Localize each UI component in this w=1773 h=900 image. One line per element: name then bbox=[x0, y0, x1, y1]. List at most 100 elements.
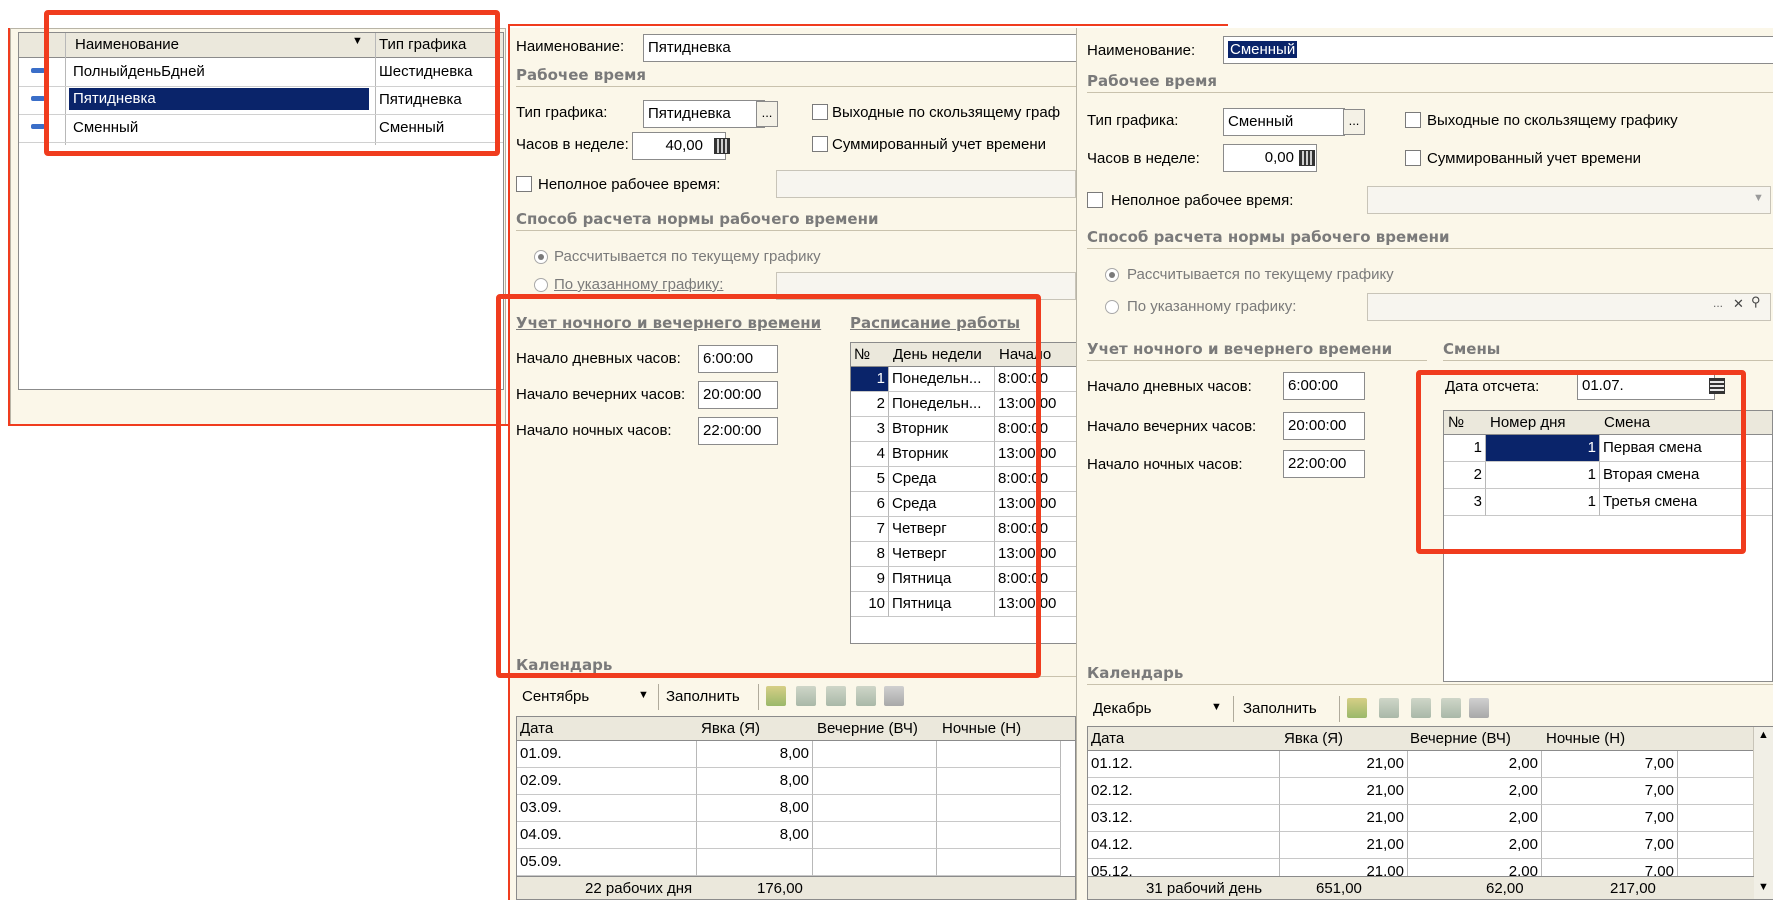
table-row[interactable]: 04.12. 21,00 2,00 7,00 bbox=[1088, 832, 1754, 859]
table-row[interactable]: 1 1 Первая смена bbox=[1444, 435, 1772, 462]
list-item-name: ПолныйденьБдней bbox=[73, 63, 205, 80]
table-row[interactable]: 7 Четверг 8:00:00 bbox=[851, 517, 1076, 542]
norm-current-radio[interactable] bbox=[1105, 268, 1119, 282]
add-row-icon[interactable] bbox=[766, 686, 786, 706]
clear-icon[interactable]: ✕ bbox=[1733, 296, 1744, 312]
column-header-attend: Явка (Я) bbox=[1284, 730, 1344, 747]
search-icon[interactable]: ⚲ bbox=[1751, 294, 1761, 310]
table-row[interactable]: 5 Среда 8:00:00 bbox=[851, 467, 1076, 492]
table-row[interactable]: 05.09. bbox=[517, 849, 1075, 876]
day-start-field[interactable]: 6:00:00 bbox=[698, 345, 778, 373]
norm-specified-radio[interactable] bbox=[1105, 300, 1119, 314]
month-select[interactable]: Декабрь bbox=[1093, 700, 1151, 717]
table-row[interactable]: 8 Четверг 13:00:00 bbox=[851, 542, 1076, 567]
ref-date-field[interactable]: 01.07. bbox=[1577, 372, 1715, 400]
fill-button[interactable]: Заполнить bbox=[666, 688, 740, 705]
row-day: Среда bbox=[889, 492, 995, 517]
calendar-footer: 31 рабочий день 651,00 62,00 217,00 bbox=[1088, 876, 1754, 899]
norm-specified-field[interactable] bbox=[1367, 293, 1771, 321]
table-row[interactable]: 03.09. 8,00 bbox=[517, 795, 1075, 822]
schedule-type-field[interactable]: Пятидневка bbox=[643, 100, 765, 128]
copy-row-icon[interactable] bbox=[826, 686, 846, 706]
table-row[interactable]: 02.09. 8,00 bbox=[517, 768, 1075, 795]
schedule-grid[interactable]: № День недели Начало 1 Понедельн... 8:00:0… bbox=[850, 342, 1076, 644]
table-row[interactable]: 3 1 Третья смена bbox=[1444, 489, 1772, 516]
schedule-type-field[interactable]: Сменный bbox=[1223, 108, 1345, 136]
table-row[interactable]: 01.09. 8,00 bbox=[517, 741, 1075, 768]
scrollbar[interactable]: ▲ ▼ bbox=[1753, 727, 1773, 899]
select-button[interactable]: ... bbox=[1343, 109, 1365, 135]
more-icon[interactable]: ... bbox=[1713, 296, 1723, 310]
add-row-icon[interactable] bbox=[1347, 698, 1367, 718]
section-night-evening: Учет ночного и вечернего времени bbox=[1087, 340, 1393, 358]
table-row[interactable]: 10 Пятница 13:00:00 bbox=[851, 592, 1076, 617]
calculator-icon[interactable] bbox=[1299, 150, 1315, 166]
table-row[interactable]: 1 Понедельн... 8:00:00 bbox=[851, 367, 1076, 392]
month-select[interactable]: Сентябрь bbox=[522, 688, 589, 705]
day-start-field[interactable]: 6:00:00 bbox=[1283, 372, 1365, 400]
table-row[interactable]: 02.12. 21,00 2,00 7,00 bbox=[1088, 778, 1754, 805]
calculator-icon[interactable] bbox=[714, 138, 730, 154]
print-icon[interactable] bbox=[884, 686, 904, 706]
row-start: 13:00:00 bbox=[995, 442, 1076, 467]
part-time-checkbox[interactable] bbox=[1087, 192, 1103, 208]
table-row[interactable]: 3 Вторник 8:00:00 bbox=[851, 417, 1076, 442]
hours-field[interactable]: 40,00 bbox=[632, 132, 726, 160]
norm-specified-radio[interactable] bbox=[534, 278, 548, 292]
name-field[interactable]: Пятидневка bbox=[643, 34, 1076, 62]
part-time-field[interactable] bbox=[1367, 186, 1771, 214]
norm-current-radio[interactable] bbox=[534, 250, 548, 264]
table-row[interactable]: 01.12. 21,00 2,00 7,00 bbox=[1088, 751, 1754, 778]
scroll-down-icon[interactable]: ▼ bbox=[1758, 881, 1769, 893]
copy-row-icon[interactable] bbox=[1411, 698, 1431, 718]
summarized-checkbox[interactable] bbox=[1405, 150, 1421, 166]
delete-row-icon[interactable] bbox=[1441, 698, 1461, 718]
section-work-time: Рабочее время bbox=[516, 66, 647, 84]
shifts-grid[interactable]: № Номер дня Смена 1 1 Первая смена 2 1 Вторая… bbox=[1443, 410, 1773, 682]
norm-specified-field[interactable] bbox=[776, 272, 1076, 300]
fill-button[interactable]: Заполнить bbox=[1243, 700, 1317, 717]
part-time-checkbox[interactable] bbox=[516, 176, 532, 192]
print-icon[interactable] bbox=[1469, 698, 1489, 718]
calendar-icon[interactable] bbox=[1709, 378, 1725, 394]
evening-start-field[interactable]: 20:00:00 bbox=[698, 381, 778, 409]
delete-row-icon[interactable] bbox=[856, 686, 876, 706]
select-button[interactable]: ... bbox=[756, 101, 778, 127]
table-row[interactable]: 03.12. 21,00 2,00 7,00 bbox=[1088, 805, 1754, 832]
table-row[interactable]: 2 Понедельн... 13:00:00 bbox=[851, 392, 1076, 417]
column-header-name[interactable]: Наименование bbox=[75, 36, 179, 53]
total-days: 22 рабочих дня bbox=[585, 880, 693, 897]
night-start-field[interactable]: 22:00:00 bbox=[1283, 450, 1365, 478]
row-start: 8:00:00 bbox=[995, 517, 1076, 542]
sliding-days-off-checkbox[interactable] bbox=[1405, 112, 1421, 128]
sliding-days-off-label: Выходные по скользящему графику bbox=[1427, 112, 1678, 129]
cell-date: 04.12. bbox=[1088, 832, 1280, 859]
name-field[interactable]: Сменный bbox=[1223, 36, 1773, 64]
table-row[interactable]: 2 1 Вторая смена bbox=[1444, 462, 1772, 489]
list-item[interactable]: ПолныйденьБдней Шестидневка bbox=[19, 58, 503, 87]
table-row[interactable]: 04.09. 8,00 bbox=[517, 822, 1075, 849]
list-item-selected[interactable]: Пятидневка Пятидневка bbox=[19, 86, 503, 115]
cell-evening: 2,00 bbox=[1408, 778, 1542, 805]
dropdown-arrow-icon[interactable]: ▼ bbox=[1753, 192, 1764, 204]
list-item[interactable]: Сменный Сменный bbox=[19, 114, 503, 143]
evening-start-field[interactable]: 20:00:00 bbox=[1283, 412, 1365, 440]
calendar-grid[interactable]: Дата Явка (Я) Вечерние (ВЧ) Ночные (Н) 0… bbox=[516, 716, 1076, 900]
summarized-checkbox[interactable] bbox=[812, 136, 828, 152]
sliding-days-off-checkbox[interactable] bbox=[812, 104, 828, 120]
calendar-grid[interactable]: Дата Явка (Я) Вечерние (ВЧ) Ночные (Н) 0… bbox=[1087, 726, 1773, 900]
table-row[interactable]: 6 Среда 13:00:00 bbox=[851, 492, 1076, 517]
table-row[interactable]: 9 Пятница 8:00:00 bbox=[851, 567, 1076, 592]
scroll-up-icon[interactable]: ▲ bbox=[1758, 729, 1769, 741]
edit-row-icon[interactable] bbox=[1379, 698, 1399, 718]
table-row[interactable]: 4 Вторник 13:00:00 bbox=[851, 442, 1076, 467]
cell-attend: 21,00 bbox=[1280, 832, 1408, 859]
part-time-field[interactable] bbox=[776, 170, 1076, 198]
sort-arrow-icon: ▼ bbox=[352, 35, 363, 47]
dropdown-arrow-icon[interactable]: ▼ bbox=[638, 689, 649, 701]
dropdown-arrow-icon[interactable]: ▼ bbox=[1211, 701, 1222, 713]
edit-row-icon[interactable] bbox=[796, 686, 816, 706]
form-shift: Наименование: Сменный Рабочее время Тип … bbox=[1076, 28, 1773, 900]
night-start-field[interactable]: 22:00:00 bbox=[698, 417, 778, 445]
column-header-type[interactable]: Тип графика bbox=[379, 36, 466, 53]
